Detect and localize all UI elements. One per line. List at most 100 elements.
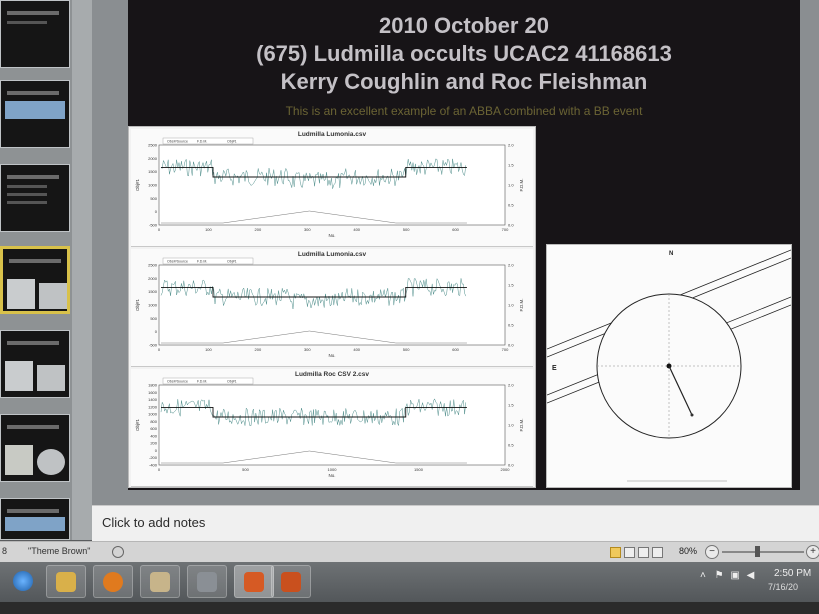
y2-tick-label: 1.0: [508, 303, 514, 308]
slide-subtitle[interactable]: This is an excellent example of an ABBA …: [128, 104, 800, 118]
lightcurve-svg: Obs#/Source F.D.M. Obj#1250020001500100050…: [135, 137, 524, 238]
zoom-slider[interactable]: [722, 551, 804, 553]
theme-name: "Theme Brown": [28, 546, 91, 556]
east-label: E: [552, 365, 557, 372]
lightcurve-svg: Obs#/Source F.D.M. Obj#1250020001500100050…: [135, 257, 524, 358]
notes-pane[interactable]: Click to add notes: [92, 505, 819, 542]
x-axis-label: No.: [328, 353, 335, 358]
powerpoint-window: 2010 October 20 (675) Ludmilla occults U…: [0, 0, 819, 614]
windows-taskbar: ˄ ⚑ ▣ ◀ 2:50 PM 7/16/20: [0, 562, 819, 602]
y-tick-label: 0: [155, 448, 158, 453]
start-button[interactable]: [4, 565, 44, 598]
y-tick-label: 600: [150, 426, 157, 431]
x-tick-label: 500: [242, 467, 249, 472]
slide-thumbnail[interactable]: [0, 414, 70, 482]
y-tick-label: 200: [150, 441, 157, 446]
network-icon[interactable]: ▣: [730, 570, 739, 581]
x-tick-label: 100: [205, 227, 212, 232]
slide-thumbnail[interactable]: [0, 498, 70, 540]
y2-tick-label: 2.0: [508, 263, 514, 268]
lightcurve-plot-2: Ludmilla Lumonia.csv Obs#/Source F.D.M. Ob…: [131, 249, 533, 367]
zoom-level[interactable]: 80%: [679, 546, 697, 556]
y-tick-label: 400: [150, 433, 157, 438]
normal-view-icon[interactable]: [610, 547, 621, 558]
y2-axis-label: F.D.M.: [519, 299, 524, 312]
x-tick-label: 200: [255, 227, 262, 232]
thumbnail-scrollbar[interactable]: [72, 0, 92, 540]
zoom-slider-thumb[interactable]: [755, 546, 760, 557]
y-axis-label: Obj#1: [135, 299, 140, 312]
y-tick-label: 1800: [148, 383, 158, 388]
y2-tick-label: 0.5: [508, 443, 514, 448]
asteroid-profile-svg: [546, 249, 792, 482]
x-tick-label: 500: [403, 347, 410, 352]
y2-tick-label: 1.5: [508, 283, 514, 288]
x-tick-label: 400: [353, 347, 360, 352]
y-tick-label: 2000: [148, 156, 158, 161]
y2-tick-label: 1.5: [508, 163, 514, 168]
x-tick-label: 0: [158, 467, 161, 472]
taskbar-app-5[interactable]: [187, 565, 227, 598]
notes-placeholder[interactable]: Click to add notes: [102, 515, 205, 530]
taskbar-app-4[interactable]: [140, 565, 180, 598]
x-axis-label: No.: [328, 473, 335, 478]
title-line: 2010 October 20: [379, 13, 549, 38]
y-tick-label: -200: [149, 455, 158, 460]
spell-check-icon[interactable]: [112, 546, 124, 558]
y-tick-label: 1500: [148, 169, 158, 174]
legend-entry: Obs#/Source: [167, 260, 188, 264]
y2-axis-label: F.D.M.: [519, 179, 524, 192]
taskbar-app-powerpoint[interactable]: [234, 565, 274, 598]
legend-entry: Obj#1: [227, 380, 237, 384]
slideshow-icon[interactable]: [652, 547, 663, 558]
occultation-profile-chart[interactable]: N E: [546, 244, 792, 488]
legend-entry: Obs#/Source: [167, 140, 188, 144]
clock-date[interactable]: 7/16/20: [768, 582, 798, 592]
slide-thumbnail[interactable]: [0, 330, 70, 398]
zoom-out-button[interactable]: −: [705, 545, 719, 559]
show-hidden-icons-icon[interactable]: ˄: [700, 570, 706, 581]
slide-sorter-icon[interactable]: [624, 547, 635, 558]
y-tick-label: -500: [149, 223, 158, 228]
y-tick-label: -500: [149, 343, 158, 348]
x-tick-label: 700: [502, 227, 509, 232]
legend-entry: F.D.M.: [197, 260, 207, 264]
taskbar-app-7[interactable]: [271, 565, 311, 598]
slide-title[interactable]: 2010 October 20 (675) Ludmilla occults U…: [128, 12, 800, 96]
slide-thumbnail[interactable]: [0, 0, 70, 68]
volume-icon[interactable]: ◀: [747, 570, 755, 581]
x-tick-label: 300: [304, 227, 311, 232]
chart-header-text: [551, 247, 661, 265]
x-tick-label: 600: [452, 227, 459, 232]
y2-tick-label: 2.0: [508, 143, 514, 148]
x-axis-label: No.: [328, 233, 335, 238]
slide-thumbnail[interactable]: [0, 80, 70, 148]
lightcurve-chart-group[interactable]: Ludmilla Lumonia.csv Obs#/Source F.D.M. Ob…: [128, 126, 536, 488]
x-tick-label: 1500: [414, 467, 424, 472]
y-axis-label: Obj#1: [135, 419, 140, 432]
system-tray[interactable]: ˄ ⚑ ▣ ◀: [700, 570, 754, 581]
app-icon: [150, 572, 170, 592]
reading-view-icon[interactable]: [638, 547, 649, 558]
y-tick-label: 2500: [148, 143, 158, 148]
y2-tick-label: 0.0: [508, 343, 514, 348]
y-tick-label: 1600: [148, 390, 158, 395]
flag-icon[interactable]: ⚑: [715, 570, 724, 581]
y-tick-label: 1500: [148, 289, 158, 294]
zoom-in-button[interactable]: +: [806, 545, 819, 559]
taskbar-app-file-explorer[interactable]: [46, 565, 86, 598]
slide-thumbnail-selected[interactable]: [0, 246, 70, 314]
x-tick-label: 300: [304, 347, 311, 352]
slide-thumbnail[interactable]: [0, 164, 70, 232]
x-tick-label: 0: [158, 227, 161, 232]
y-tick-label: 1000: [148, 412, 158, 417]
lightcurve-plot-1: Ludmilla Lumonia.csv Obs#/Source F.D.M. Ob…: [131, 129, 533, 247]
y2-tick-label: 0.5: [508, 323, 514, 328]
y2-tick-label: 0.5: [508, 203, 514, 208]
clock-time[interactable]: 2:50 PM: [774, 568, 811, 579]
x-tick-label: 200: [255, 347, 262, 352]
y-tick-label: 0: [155, 329, 158, 334]
folder-icon: [56, 572, 76, 592]
title-line: (675) Ludmilla occults UCAC2 41168613: [256, 41, 672, 66]
taskbar-app-media-player[interactable]: [93, 565, 133, 598]
